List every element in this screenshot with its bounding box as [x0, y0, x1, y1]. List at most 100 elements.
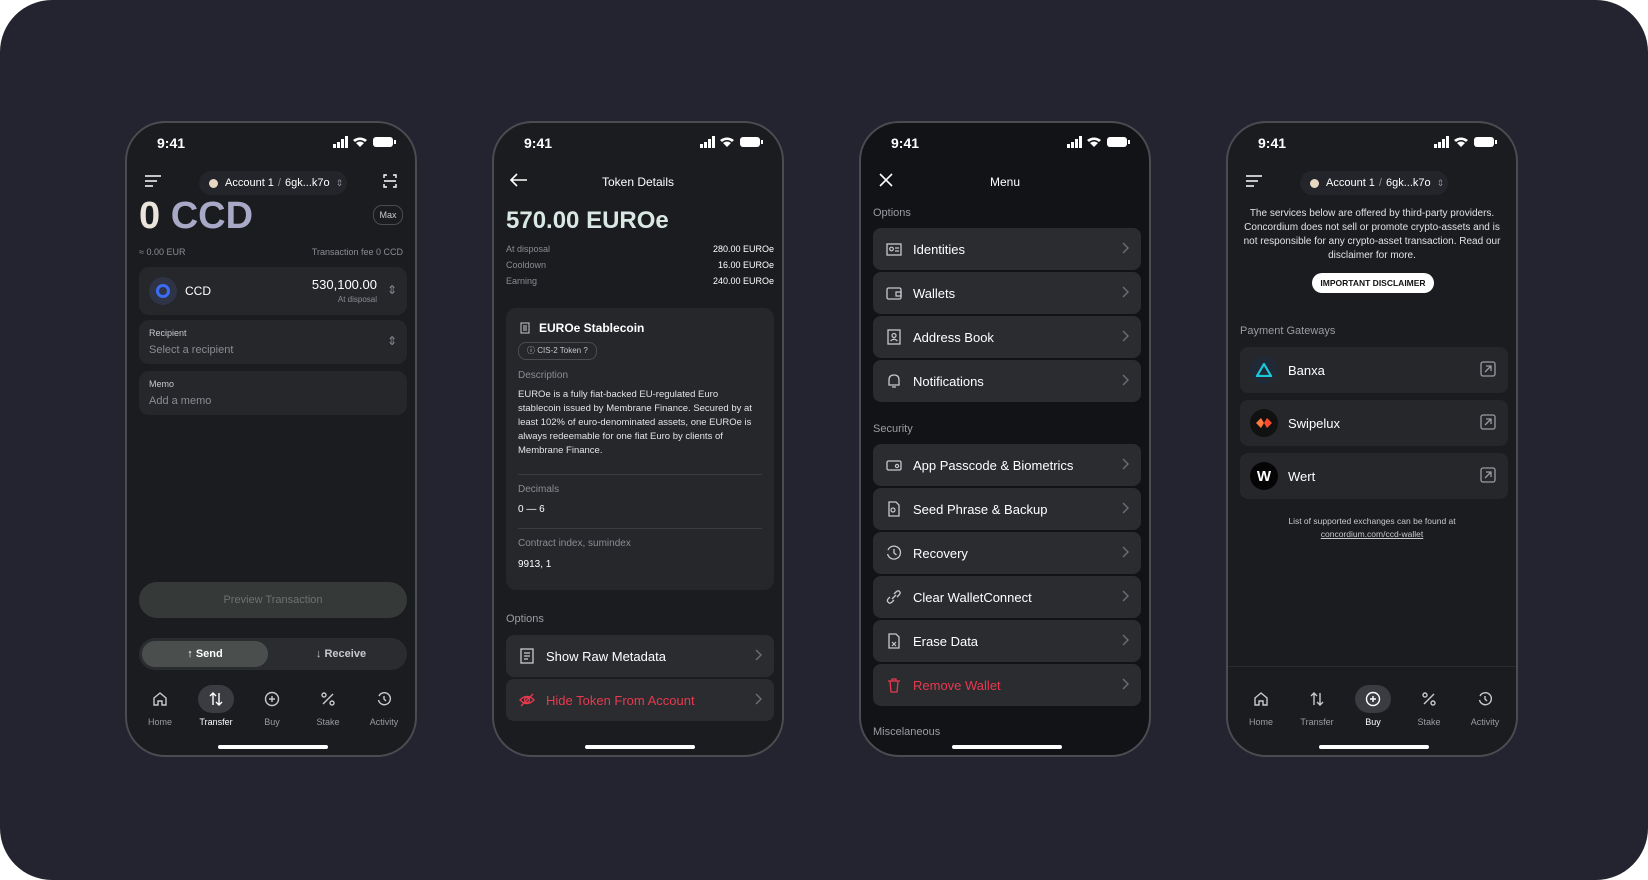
account-selector[interactable]: Account 1 / 6gk...k7o ⇕: [1300, 171, 1448, 195]
activity-icon: [377, 692, 392, 706]
important-disclaimer-button[interactable]: IMPORTANT DISCLAIMER: [1312, 273, 1434, 293]
menu-item-seed-phrase[interactable]: Seed Phrase & Backup: [873, 488, 1141, 530]
menu-icon[interactable]: [1246, 175, 1262, 187]
menu-item-identities[interactable]: Identities: [873, 228, 1141, 270]
memo-field[interactable]: Memo Add a memo: [139, 371, 407, 415]
balance-breakdown: At disposal 280.00 EUROe Cooldown 16.00 EU…: [506, 244, 774, 292]
wert-logo-icon: W: [1250, 462, 1278, 490]
menu-item-label: Remove Wallet: [913, 677, 1001, 693]
tab-transfer[interactable]: Transfer: [188, 685, 244, 727]
gateway-banxa[interactable]: Banxa: [1240, 347, 1508, 393]
payment-gateways-label: Payment Gateways: [1240, 325, 1336, 337]
wallet-icon: [886, 287, 902, 300]
options-label: Options: [873, 207, 911, 219]
tab-activity[interactable]: Activity: [1457, 685, 1513, 727]
tab-buy-label: Buy: [1365, 717, 1381, 727]
account-separator-icon: /: [1378, 177, 1382, 189]
exchanges-footer: List of supported exchanges can be found…: [1228, 515, 1516, 541]
menu-item-remove-wallet[interactable]: Remove Wallet: [873, 664, 1141, 706]
chevron-right-icon: [1122, 546, 1129, 558]
receive-tab[interactable]: ↓ Receive: [278, 641, 404, 667]
menu-item-label: Address Book: [913, 329, 994, 345]
tab-stake[interactable]: Stake: [300, 685, 356, 727]
chevron-right-icon: [755, 693, 762, 705]
amount-display[interactable]: 0 CCD: [139, 195, 253, 238]
contract-label: Contract index, sumindex: [518, 538, 631, 549]
hide-token-row[interactable]: Hide Token From Account: [506, 679, 774, 721]
document-icon: [520, 322, 530, 334]
document-icon: [520, 648, 534, 664]
max-button[interactable]: Max: [373, 205, 403, 225]
token-badge-label: CIS-2 Token: [537, 346, 582, 355]
phone-menu: 9:41 Menu Options Identities Wallets Add…: [859, 121, 1151, 757]
decimals-value: 0 — 6: [518, 504, 545, 515]
gateway-swipelux[interactable]: Swipelux: [1240, 400, 1508, 446]
token-badge: ⓘ CIS-2 Token ?: [518, 342, 597, 360]
show-raw-metadata-label: Show Raw Metadata: [546, 648, 666, 664]
recipient-field[interactable]: Recipient Select a recipient ⇕: [139, 320, 407, 364]
status-icons: [1067, 136, 1130, 148]
gateway-label: Wert: [1288, 468, 1316, 484]
security-label: Security: [873, 423, 913, 435]
third-party-notice: The services below are offered by third-…: [1243, 208, 1501, 261]
chevron-right-icon: [1122, 330, 1129, 342]
token-title: EUROe Stablecoin: [539, 321, 645, 335]
tab-transfer[interactable]: Transfer: [1289, 685, 1345, 727]
token-balance: 530,100.00: [311, 277, 377, 292]
scan-icon[interactable]: [383, 174, 397, 188]
send-tab[interactable]: ↑ Send: [142, 641, 268, 667]
contract-value: 9913, 1: [518, 559, 552, 570]
transfer-icon: [1310, 692, 1324, 706]
menu-item-wallets[interactable]: Wallets: [873, 272, 1141, 314]
account-separator-icon: /: [277, 177, 281, 189]
status-time: 9:41: [157, 135, 186, 151]
account-label: Account 1: [225, 177, 274, 189]
page-title: Menu: [989, 175, 1021, 189]
menu-item-notifications[interactable]: Notifications: [873, 360, 1141, 402]
tab-buy[interactable]: Buy: [244, 685, 300, 727]
balance-row-label: Cooldown: [506, 260, 547, 270]
tab-buy[interactable]: Buy: [1345, 685, 1401, 727]
exchanges-link[interactable]: concordium.com/ccd-wallet: [1228, 528, 1516, 541]
memo-label: Memo: [149, 379, 175, 389]
chevron-right-icon: [1122, 634, 1129, 646]
menu-icon[interactable]: [145, 175, 161, 187]
tab-stake[interactable]: Stake: [1401, 685, 1457, 727]
tab-activity-label: Activity: [369, 717, 399, 727]
chevron-right-icon: [755, 649, 762, 661]
tab-home[interactable]: Home: [1233, 685, 1289, 727]
menu-item-clear-walletconnect[interactable]: Clear WalletConnect: [873, 576, 1141, 618]
fee-text: Transaction fee 0 CCD: [311, 247, 403, 257]
tab-home-label: Home: [1248, 717, 1273, 727]
tab-transfer-label: Transfer: [1300, 717, 1334, 727]
divider: [518, 528, 762, 529]
show-raw-metadata-row[interactable]: Show Raw Metadata: [506, 635, 774, 677]
banxa-logo-icon: [1250, 356, 1278, 384]
preview-transaction-button[interactable]: Preview Transaction: [139, 582, 407, 618]
menu-item-erase-data[interactable]: Erase Data: [873, 620, 1141, 662]
status-bar: 9:41: [861, 123, 1149, 163]
status-time: 9:41: [1258, 135, 1287, 151]
amount-value: 0: [139, 195, 161, 237]
account-selector[interactable]: Account 1 / 6gk...k7o ⇕: [199, 171, 347, 195]
gateway-label: Banxa: [1288, 362, 1325, 378]
menu-item-address-book[interactable]: Address Book: [873, 316, 1141, 358]
balance-row-label: Earning: [506, 276, 538, 286]
token-balance-label: At disposal: [337, 295, 377, 304]
tab-home[interactable]: Home: [132, 685, 188, 727]
gateway-wert[interactable]: W Wert: [1240, 453, 1508, 499]
balance-row-value: 280.00 EUROe: [712, 244, 774, 254]
menu-item-passcode[interactable]: App Passcode & Biometrics: [873, 444, 1141, 486]
chevron-right-icon: [1122, 502, 1129, 514]
tab-stake-label: Stake: [1417, 717, 1441, 727]
memo-placeholder: Add a memo: [149, 395, 212, 407]
tab-activity-label: Activity: [1470, 717, 1500, 727]
token-selector[interactable]: CCD 530,100.00 At disposal ⇕: [139, 267, 407, 315]
tab-activity[interactable]: Activity: [356, 685, 412, 727]
id-card-icon: [886, 243, 902, 256]
key-document-icon: [888, 501, 900, 517]
chevron-right-icon: [1122, 458, 1129, 470]
status-time: 9:41: [891, 135, 920, 151]
menu-item-label: Seed Phrase & Backup: [913, 501, 1048, 517]
menu-item-recovery[interactable]: Recovery: [873, 532, 1141, 574]
